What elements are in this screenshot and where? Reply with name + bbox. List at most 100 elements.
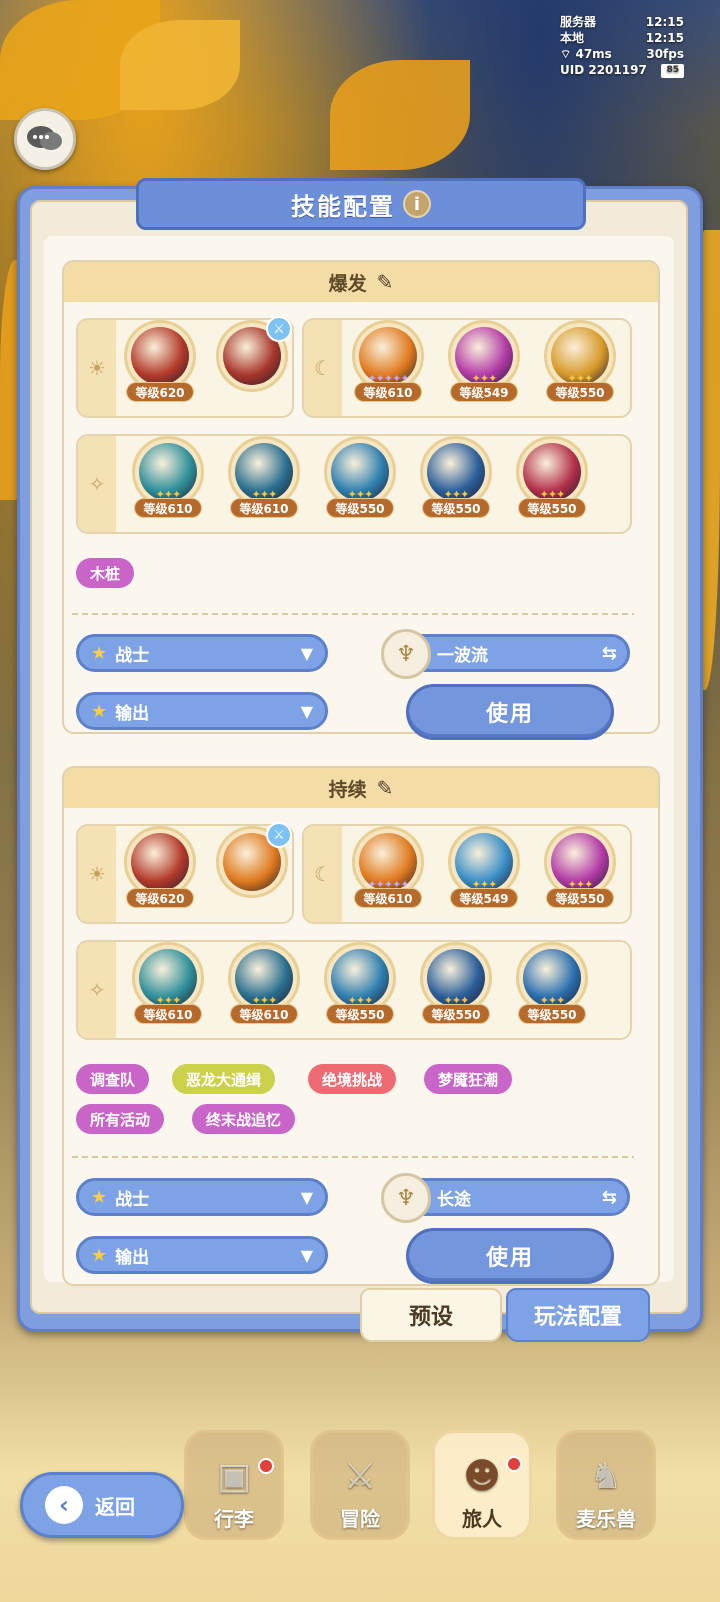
ping: 47ms	[575, 47, 612, 61]
tab-play-config[interactable]: 玩法配置	[506, 1288, 650, 1342]
fox-icon: ♞	[589, 1456, 623, 1497]
skill-level: 等级550	[422, 1004, 490, 1024]
skill-slot[interactable]: ✦✦✦ 等级610	[226, 436, 302, 520]
background-leaves	[120, 20, 240, 110]
skill-slot[interactable]: ⚔	[214, 822, 292, 910]
skill-slot[interactable]: ✦✦✦ 等级610	[130, 942, 206, 1026]
skill-level: 等级620	[126, 382, 194, 402]
tag[interactable]: 所有活动	[76, 1104, 165, 1134]
caret-down-icon: ▼	[300, 1245, 313, 1265]
sun-icon: ☀	[78, 320, 116, 416]
role-dropdown[interactable]: ★ 输出 ▼	[76, 1236, 328, 1274]
use-button[interactable]: 使用	[406, 684, 614, 740]
skill-slot[interactable]: ✦✦✦✦✦ 等级610	[350, 826, 426, 910]
skill-level: 等级549	[450, 382, 518, 402]
chest-icon: ▣	[216, 1456, 251, 1497]
skill-slot[interactable]: ⚔	[214, 316, 292, 404]
class-dropdown[interactable]: ★ 战士 ▼	[76, 634, 328, 672]
tag[interactable]: 恶龙大通缉	[172, 1064, 276, 1094]
moon-icon: ☾	[304, 320, 342, 416]
back-button[interactable]: ‹ 返回	[20, 1472, 184, 1538]
skill-slot[interactable]: ✦✦✦ 等级549	[446, 826, 522, 910]
wifi-icon: ⌔	[560, 47, 572, 61]
background-leaves	[330, 60, 470, 170]
edit-icon[interactable]: ✎	[377, 776, 394, 800]
chat-button[interactable]	[14, 108, 76, 170]
caret-down-icon: ▼	[300, 643, 313, 663]
local-time: 12:15	[645, 31, 684, 45]
skill-slot[interactable]: ✦✦✦ 等级549	[446, 320, 522, 404]
edit-icon[interactable]: ✎	[377, 270, 394, 294]
nav-label: 行李	[214, 1507, 254, 1531]
skill-level: 等级550	[546, 382, 614, 402]
skill-slot[interactable]: ✦✦✦ 等级550	[322, 436, 398, 520]
section-header: 爆发 ✎	[64, 262, 658, 302]
flow-selector[interactable]: ♆ 一波流 ⇆	[381, 629, 630, 679]
skill-slot[interactable]: ✦✦✦ 等级550	[418, 942, 494, 1026]
nav-luggage[interactable]: ▣ 行李	[184, 1430, 284, 1540]
tag[interactable]: 调查队	[76, 1064, 150, 1094]
skill-slot[interactable]: ✦✦✦✦✦ 等级610	[350, 320, 426, 404]
traveler-icon: ☻	[463, 1456, 501, 1497]
skill-level: 等级610	[354, 888, 422, 908]
tag[interactable]: 绝境挑战	[308, 1064, 397, 1094]
server-label: 服务器	[560, 15, 597, 29]
panel-title-banner: 技能配置 i	[136, 178, 586, 230]
nav-traveler[interactable]: ☻ 旅人	[432, 1430, 532, 1540]
skill-slot[interactable]: ✦✦✦ 等级550	[542, 826, 618, 910]
skill-level: 等级550	[546, 888, 614, 908]
skill-slot[interactable]: ✦✦✦ 等级610	[130, 436, 206, 520]
crossed-swords-icon	[131, 327, 189, 385]
back-arrow-icon: ‹	[45, 1486, 83, 1524]
skill-slot[interactable]: ✦✦✦ 等级550	[322, 942, 398, 1026]
info-icon[interactable]: i	[403, 190, 431, 218]
role-dropdown[interactable]: ★ 输出 ▼	[76, 692, 328, 730]
tab-preset[interactable]: 预设	[360, 1288, 502, 1342]
battery-icon: 85	[661, 64, 684, 78]
flow-selector[interactable]: ♆ 长途 ⇆	[381, 1173, 630, 1223]
class-value: 战士	[115, 645, 150, 666]
skill-slot[interactable]: 等级620	[122, 826, 198, 910]
server-time: 12:15	[645, 15, 684, 29]
skill-level: 等级610	[230, 498, 298, 518]
skill-level: 等级550	[326, 498, 394, 518]
section-title: 爆发	[328, 272, 367, 295]
role-value: 输出	[115, 703, 150, 724]
swap-icon: ⇆	[601, 1186, 617, 1208]
notification-dot	[258, 1458, 274, 1474]
sun-icon: ☀	[78, 826, 116, 922]
skill-slot[interactable]: ✦✦✦ 等级550	[418, 436, 494, 520]
wing-crest-icon: ♆	[381, 629, 431, 679]
tag[interactable]: 终末战追忆	[192, 1104, 296, 1134]
star-icon: ✧	[78, 436, 116, 532]
caret-down-icon: ▼	[300, 1187, 313, 1207]
status-bar: 服务器 12:15 本地 12:15 ⌔ 47ms 30fps UID 2201197…	[560, 14, 684, 78]
nav-pet[interactable]: ♞ 麦乐兽	[556, 1430, 656, 1540]
skill-slot[interactable]: ✦✦✦ 等级550	[542, 320, 618, 404]
skill-level: 等级610	[134, 498, 202, 518]
skill-level: 等级550	[518, 498, 586, 518]
nav-adventure[interactable]: ⚔ 冒险	[310, 1430, 410, 1540]
sword-badge-icon: ⚔	[266, 316, 292, 342]
local-label: 本地	[560, 31, 585, 45]
divider	[72, 1156, 634, 1158]
tag[interactable]: 梦魇狂潮	[424, 1064, 513, 1094]
uid: UID 2201197	[560, 63, 647, 77]
star-icon: ✧	[78, 942, 116, 1038]
caret-down-icon: ▼	[300, 701, 313, 721]
crossed-swords-icon	[131, 833, 189, 891]
class-value: 战士	[115, 1189, 150, 1210]
skill-level: 等级610	[230, 1004, 298, 1024]
crossed-swords-icon: ⚔	[343, 1456, 377, 1497]
class-dropdown[interactable]: ★ 战士 ▼	[76, 1178, 328, 1216]
skill-slot[interactable]: ✦✦✦ 等级550	[514, 436, 590, 520]
tag[interactable]: 木桩	[76, 558, 135, 588]
skill-slot[interactable]: ✦✦✦ 等级610	[226, 942, 302, 1026]
skill-level: 等级549	[450, 888, 518, 908]
back-label: 返回	[95, 1494, 135, 1519]
use-button[interactable]: 使用	[406, 1228, 614, 1284]
skill-slot[interactable]: ✦✦✦ 等级550	[514, 942, 590, 1026]
skill-slot[interactable]: 等级620	[122, 320, 198, 404]
section-title: 持续	[328, 778, 367, 801]
star-icon: ★	[91, 642, 108, 664]
